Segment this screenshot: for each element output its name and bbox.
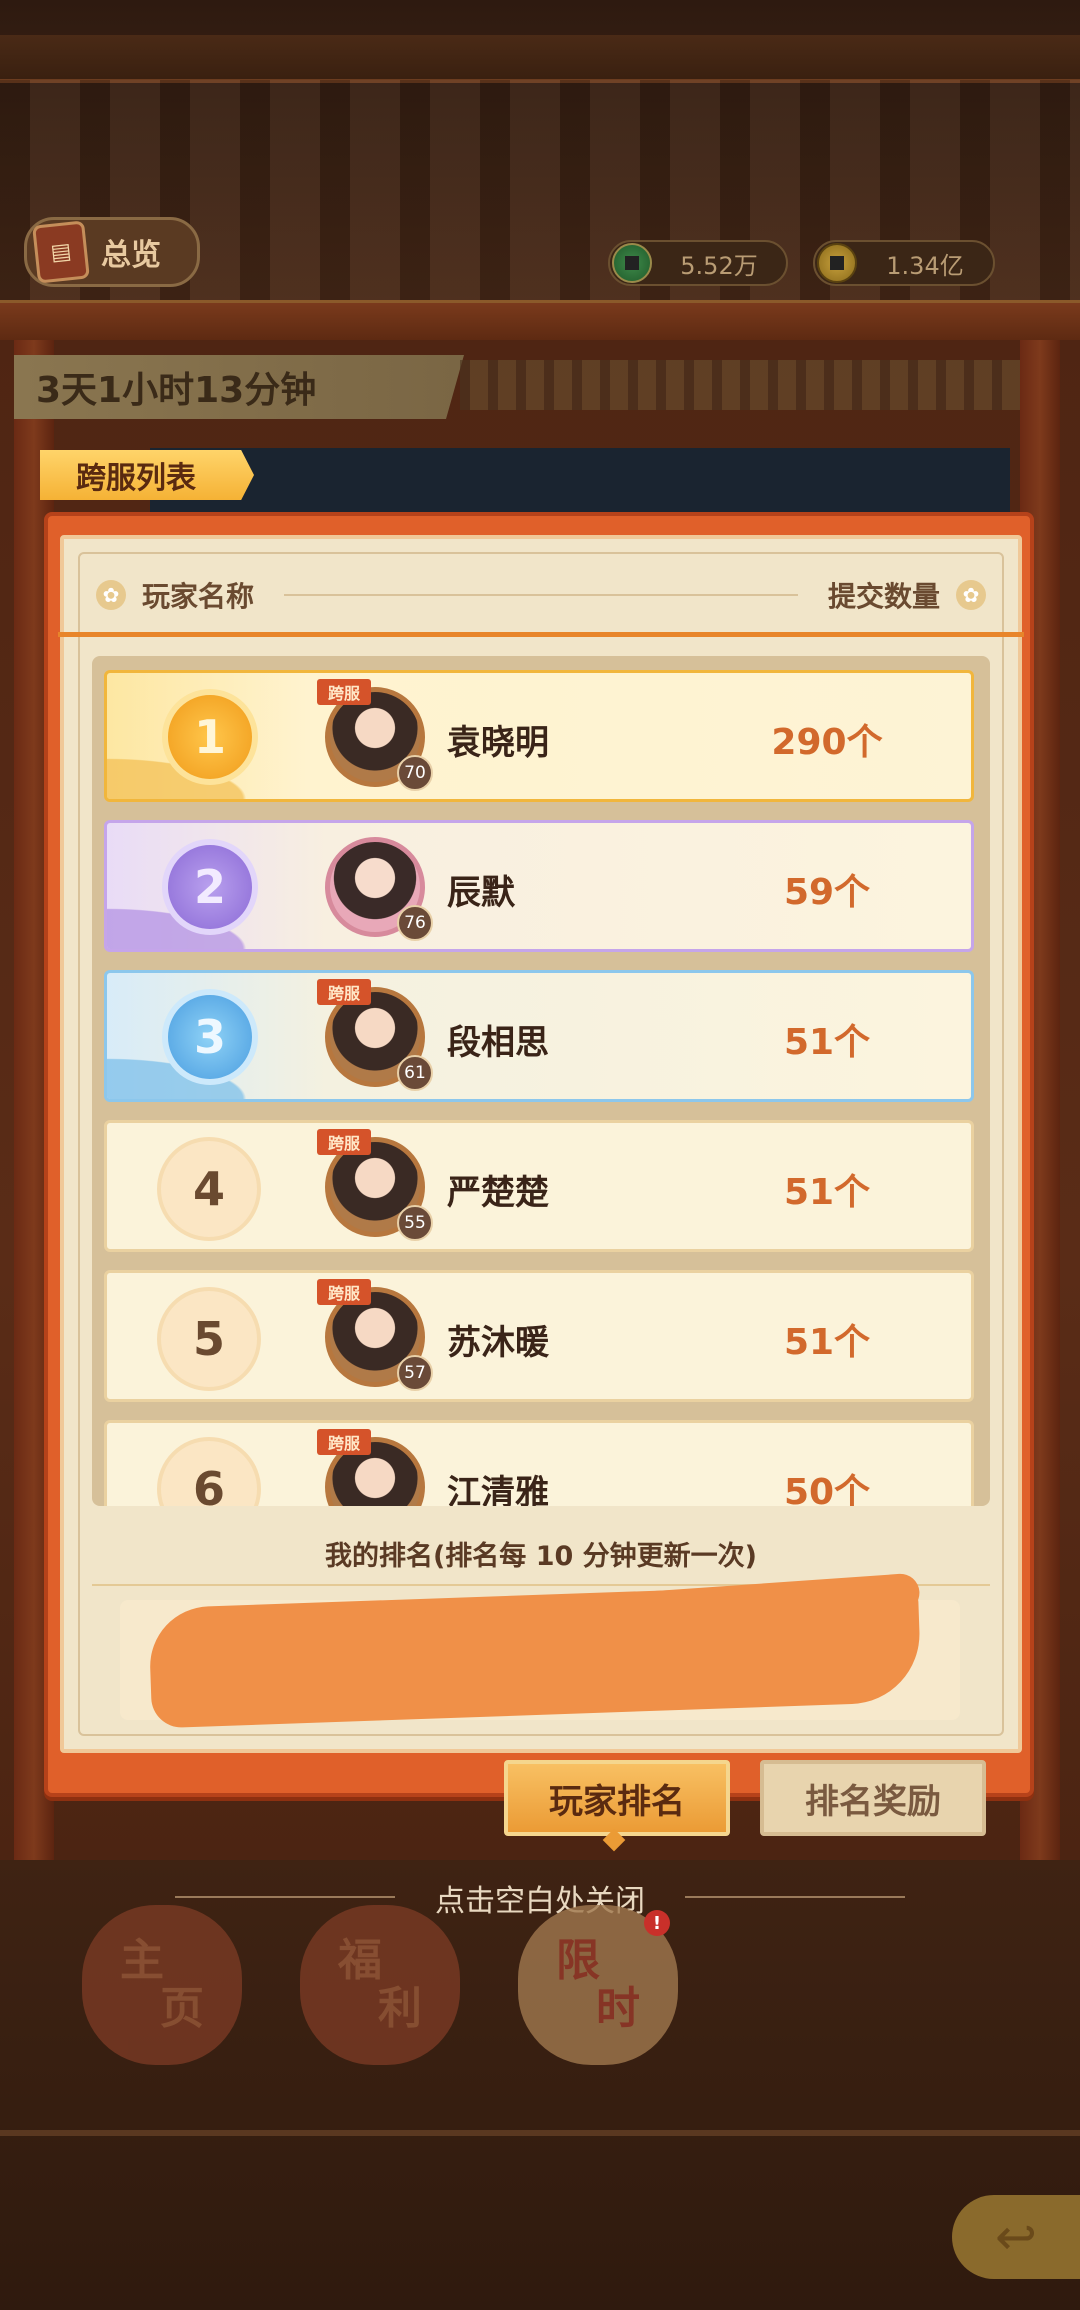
player-level-badge: 57	[397, 1355, 433, 1391]
gold-currency[interactable]: 1.34亿	[813, 240, 995, 286]
roof-eave	[0, 35, 1080, 83]
notification-badge: !	[644, 1910, 670, 1936]
player-level-badge: 76	[397, 905, 433, 941]
cross-server-tag: 跨服	[317, 679, 371, 705]
jade-currency[interactable]: 5.52万	[608, 240, 788, 286]
cross-server-list-tab[interactable]: 跨服列表	[40, 450, 254, 500]
cross-server-tag: 跨服	[317, 979, 371, 1005]
tab-player-rank[interactable]: 玩家排名	[504, 1760, 730, 1836]
nav-limited-label-top: 限	[556, 1934, 600, 1986]
event-banner	[150, 448, 1010, 518]
hint-line-right	[685, 1896, 905, 1898]
player-name: 袁晓明	[447, 723, 549, 763]
ranking-list[interactable]: 1 跨服 70 袁晓明 290个 2 76 辰默 59个 3 跨服 61 段相思…	[92, 656, 990, 1506]
scroll-book-icon: ▤	[32, 220, 90, 284]
rank-number: 5	[157, 1287, 261, 1391]
player-level-badge: 61	[397, 1055, 433, 1091]
event-timer: 3天1小时13分钟	[14, 355, 464, 419]
gold-amount: 1.34亿	[886, 251, 964, 280]
cross-server-tag: 跨服	[317, 1429, 371, 1455]
roof-beam	[0, 300, 1080, 340]
nav-welfare-label-top: 福	[338, 1934, 382, 1986]
cross-server-tag: 跨服	[317, 1129, 371, 1155]
player-level-badge: 70	[397, 755, 433, 791]
submit-count: 51个	[783, 1172, 871, 1213]
player-name: 苏沐暖	[447, 1323, 549, 1363]
header-player-name: 玩家名称	[142, 580, 255, 613]
ranking-row[interactable]: 1 跨服 70 袁晓明 290个	[104, 670, 974, 802]
jade-amount: 5.52万	[680, 251, 758, 280]
flower-icon: ✿	[96, 580, 126, 610]
player-name: 段相思	[447, 1023, 549, 1063]
overview-label: 总览	[101, 238, 161, 273]
nav-home-label-bottom: 页	[160, 1983, 204, 2034]
decorative-fence	[460, 360, 1020, 410]
player-name: 严楚楚	[447, 1173, 549, 1213]
list-header: ✿ 玩家名称 提交数量 ✿	[80, 560, 1002, 630]
jade-coin-icon	[612, 243, 652, 283]
ranking-row[interactable]: 2 76 辰默 59个	[104, 820, 974, 952]
back-arrow-icon: ↩	[995, 2208, 1037, 2266]
header-rule	[58, 632, 1024, 637]
nav-welfare-button[interactable]: 福 利	[300, 1905, 460, 2065]
submit-count: 51个	[783, 1322, 871, 1363]
submit-count: 59个	[783, 872, 871, 913]
header-submit-count: 提交数量	[827, 580, 940, 613]
player-level-badge: 55	[397, 1205, 433, 1241]
player-name: 江清雅	[447, 1473, 549, 1506]
rank-medal-purple: 2	[162, 839, 258, 935]
back-button[interactable]: ↩	[952, 2195, 1080, 2279]
gold-coin-icon	[817, 243, 857, 283]
my-rank-label: 我的排名(排名每 10 分钟更新一次)	[324, 1541, 758, 1572]
nav-welfare-label-bottom: 利	[378, 1983, 422, 2034]
ranking-row[interactable]: 5 跨服 57 苏沐暖 51个	[104, 1270, 974, 1402]
header-divider	[284, 594, 798, 596]
nav-limited-label-bottom: 时	[596, 1983, 640, 2034]
rank-number: 6	[157, 1437, 261, 1506]
nav-home-button[interactable]: 主 页	[82, 1905, 242, 2065]
flower-icon: ✿	[956, 580, 986, 610]
ranking-row[interactable]: 6 跨服 江清雅 50个	[104, 1420, 974, 1506]
ranking-row[interactable]: 4 跨服 55 严楚楚 51个	[104, 1120, 974, 1252]
hint-line-left	[175, 1896, 395, 1898]
tab-rank-reward[interactable]: 排名奖励	[760, 1760, 986, 1836]
rank-medal-blue: 3	[162, 989, 258, 1085]
rank-number: 4	[157, 1137, 261, 1241]
nav-home-label-top: 主	[120, 1934, 164, 1986]
submit-count: 50个	[783, 1472, 871, 1506]
overview-button[interactable]: ▤ 总览	[24, 217, 200, 287]
rank-medal-gold: 1	[162, 689, 258, 785]
submit-count: 51个	[783, 1022, 871, 1063]
cross-server-tag: 跨服	[317, 1279, 371, 1305]
player-name: 辰默	[447, 873, 515, 913]
ranking-row[interactable]: 3 跨服 61 段相思 51个	[104, 970, 974, 1102]
submit-count: 290个	[771, 722, 883, 763]
